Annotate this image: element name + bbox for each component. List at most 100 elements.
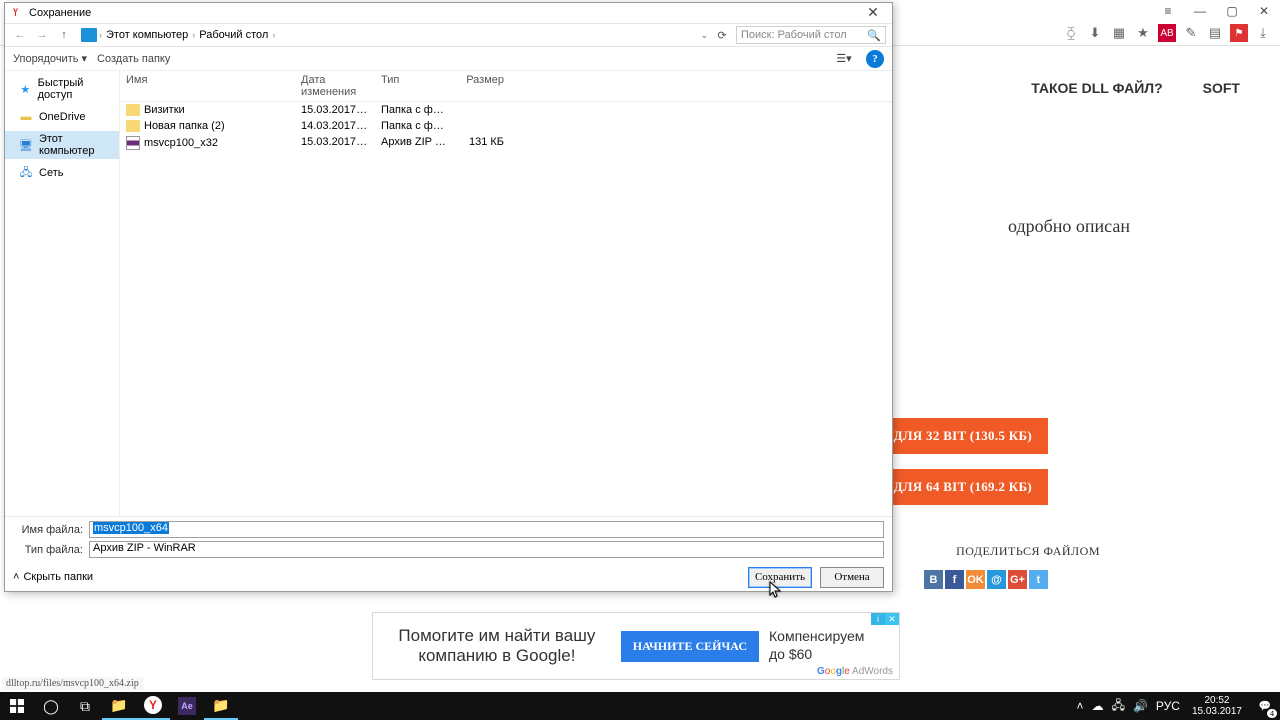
window-close-button[interactable]: ✕	[1248, 0, 1280, 22]
taskbar-clock[interactable]: 20:5215.03.2017	[1184, 695, 1250, 717]
nav-soft[interactable]: SOFT	[1203, 80, 1240, 96]
folder-icon	[126, 120, 140, 132]
filename-label: Имя файла:	[13, 524, 83, 536]
filename-input[interactable]: msvcp100_x64	[89, 521, 884, 538]
browser-menu-button[interactable]: ≡	[1152, 0, 1184, 22]
breadcrumb[interactable]: › Этот компьютер › Рабочий стол ›	[81, 28, 696, 42]
sidebar-item-network[interactable]: 🖧 Сеть	[5, 165, 119, 181]
crumb-thispc[interactable]: Этот компьютер	[104, 29, 190, 41]
search-icon: 🔍	[867, 29, 881, 42]
dialog-title: Сохранение	[29, 7, 91, 19]
col-type[interactable]: Тип	[375, 71, 455, 101]
sidebar-item-quickaccess[interactable]: ★ Быстрый доступ	[5, 75, 119, 103]
cortana-search[interactable]: ◯	[34, 692, 68, 720]
ad-info-icon[interactable]: i	[871, 613, 885, 625]
new-folder-button[interactable]: Создать папку	[97, 53, 170, 65]
share-gplus-icon[interactable]: G+	[1008, 570, 1027, 589]
file-type: Папка с файлами	[375, 119, 455, 133]
save-as-dialog: Сохранение ✕ ← → ↑ › Этот компьютер › Ра…	[4, 2, 893, 592]
dialog-close-button[interactable]: ✕	[858, 3, 888, 23]
tray-volume-icon[interactable]: 🔊	[1129, 699, 1152, 713]
crumb-dropdown-icon[interactable]: ⌄	[696, 30, 712, 41]
ad-text-right: Компенсируемдо $60	[759, 628, 899, 664]
file-name: msvcp100_x32	[144, 137, 218, 149]
sidebar-item-onedrive[interactable]: ▬ OneDrive	[5, 109, 119, 125]
file-list-header[interactable]: Имя Дата изменения Тип Размер	[120, 71, 892, 102]
filetype-select[interactable]: Архив ZIP - WinRAR	[89, 541, 884, 558]
sidebar-item-thispc[interactable]: 🖥 Этот компьютер	[5, 131, 119, 159]
ad-cta-button[interactable]: НАЧНИТЕ СЕЙЧАС	[621, 631, 759, 662]
status-url: dlltop.ru/files/msvcp100_x64.zip	[2, 677, 143, 690]
share-twitter-icon[interactable]: t	[1029, 570, 1048, 589]
share-mailru-icon[interactable]: @	[987, 570, 1006, 589]
tray-lang[interactable]: РУС	[1152, 699, 1184, 713]
crumb-sep-icon: ›	[272, 30, 275, 40]
file-list[interactable]: Имя Дата изменения Тип Размер Визитки15.…	[120, 71, 892, 516]
tray-network-icon[interactable]: 🖧	[1108, 696, 1129, 717]
nav-fwd-button[interactable]: →	[33, 26, 51, 44]
magnet-icon[interactable]: ⧲	[1062, 24, 1080, 42]
col-name[interactable]: Имя	[120, 71, 295, 101]
col-date[interactable]: Дата изменения	[295, 71, 375, 101]
taskbar-folder2[interactable]: 📁	[204, 692, 238, 720]
refresh-button[interactable]: ⟳	[712, 29, 732, 42]
google-ad[interactable]: Помогите им найти вашукомпанию в Google!…	[372, 612, 900, 680]
crumb-desktop[interactable]: Рабочий стол	[197, 29, 270, 41]
taskbar-explorer[interactable]: 📁	[102, 692, 136, 720]
flag-icon[interactable]: ⚑	[1230, 24, 1248, 42]
file-row[interactable]: Визитки15.03.2017 16:30Папка с файлами	[120, 102, 892, 118]
file-type: Папка с файлами	[375, 103, 455, 117]
dialog-titlebar: Сохранение ✕	[5, 3, 892, 23]
sheet-icon[interactable]: ▤	[1206, 24, 1224, 42]
organize-button[interactable]: Упорядочить ▾	[13, 52, 87, 65]
crumb-sep-icon: ›	[99, 30, 102, 40]
taskbar[interactable]: ◯ ⧉ 📁 Y Ae 📁 ˄ ☁ 🖧 🔊 РУС 20:5215.03.2017…	[0, 692, 1280, 720]
abp-icon[interactable]: AB	[1158, 24, 1176, 42]
file-type: Архив ZIP - WinR...	[375, 135, 455, 151]
task-view-button[interactable]: ⧉	[68, 692, 102, 720]
ad-close-icon[interactable]: ✕	[885, 613, 899, 625]
download-icon[interactable]: ⬇	[1086, 24, 1104, 42]
sidebar-label: Быстрый доступ	[38, 77, 113, 101]
nav-up-button[interactable]: ↑	[55, 26, 73, 44]
taskbar-yandex[interactable]: Y	[136, 692, 170, 720]
taskbar-aftereffects[interactable]: Ae	[170, 692, 204, 720]
sidebar-label: OneDrive	[39, 111, 85, 123]
page-description-fragment: одробно описан	[1008, 216, 1130, 237]
window-min-button[interactable]: —	[1184, 0, 1216, 22]
yandex-y-icon	[9, 6, 23, 20]
help-button[interactable]: ?	[866, 50, 884, 68]
share-vk-icon[interactable]: В	[924, 570, 943, 589]
tray-chevron-icon[interactable]: ˄	[1073, 699, 1088, 713]
file-row[interactable]: Новая папка (2)14.03.2017 19:59Папка с ф…	[120, 118, 892, 134]
col-size[interactable]: Размер	[455, 71, 510, 101]
search-box[interactable]: Поиск: Рабочий стол 🔍	[736, 26, 886, 44]
file-size: 131 КБ	[455, 135, 510, 151]
dialog-footer: ˄ Скрыть папки Сохранить Отмена	[5, 563, 892, 591]
pencil-icon[interactable]: ✎	[1182, 24, 1200, 42]
star-icon[interactable]: ★	[1134, 24, 1152, 42]
share-fb-icon[interactable]: f	[945, 570, 964, 589]
system-tray[interactable]: ˄ ☁ 🖧 🔊 РУС 20:5215.03.2017 💬 4	[1073, 692, 1280, 720]
downloads-arrow-icon[interactable]: ⤓	[1254, 24, 1272, 42]
file-name: Визитки	[144, 104, 185, 116]
nav-back-button[interactable]: ←	[11, 26, 29, 44]
notification-center[interactable]: 💬 4	[1250, 692, 1280, 720]
view-options-button[interactable]: ☰▾	[832, 50, 856, 68]
grid-icon[interactable]: ▦	[1110, 24, 1128, 42]
window-max-button[interactable]: ▢	[1216, 0, 1248, 22]
hide-folders-toggle[interactable]: ˄ Скрыть папки	[13, 571, 93, 583]
cancel-button[interactable]: Отмена	[820, 567, 884, 588]
zip-icon	[126, 136, 140, 150]
dialog-toolbar: Упорядочить ▾ Создать папку ☰▾ ?	[5, 47, 892, 71]
nav-dll[interactable]: ТАКОЕ DLL ФАЙЛ?	[1031, 80, 1162, 96]
file-name: Новая папка (2)	[144, 120, 225, 132]
share-ok-icon[interactable]: OK	[966, 570, 985, 589]
start-button[interactable]	[0, 692, 34, 720]
tray-onedrive-icon[interactable]: ☁	[1088, 699, 1108, 713]
ad-text-left: Помогите им найти вашукомпанию в Google!	[373, 626, 621, 666]
save-button[interactable]: Сохранить	[748, 567, 812, 588]
crumb-sep-icon: ›	[192, 30, 195, 40]
file-row[interactable]: msvcp100_x3215.03.2017 20:52Архив ZIP - …	[120, 134, 892, 152]
chevron-up-icon: ˄	[13, 571, 19, 583]
